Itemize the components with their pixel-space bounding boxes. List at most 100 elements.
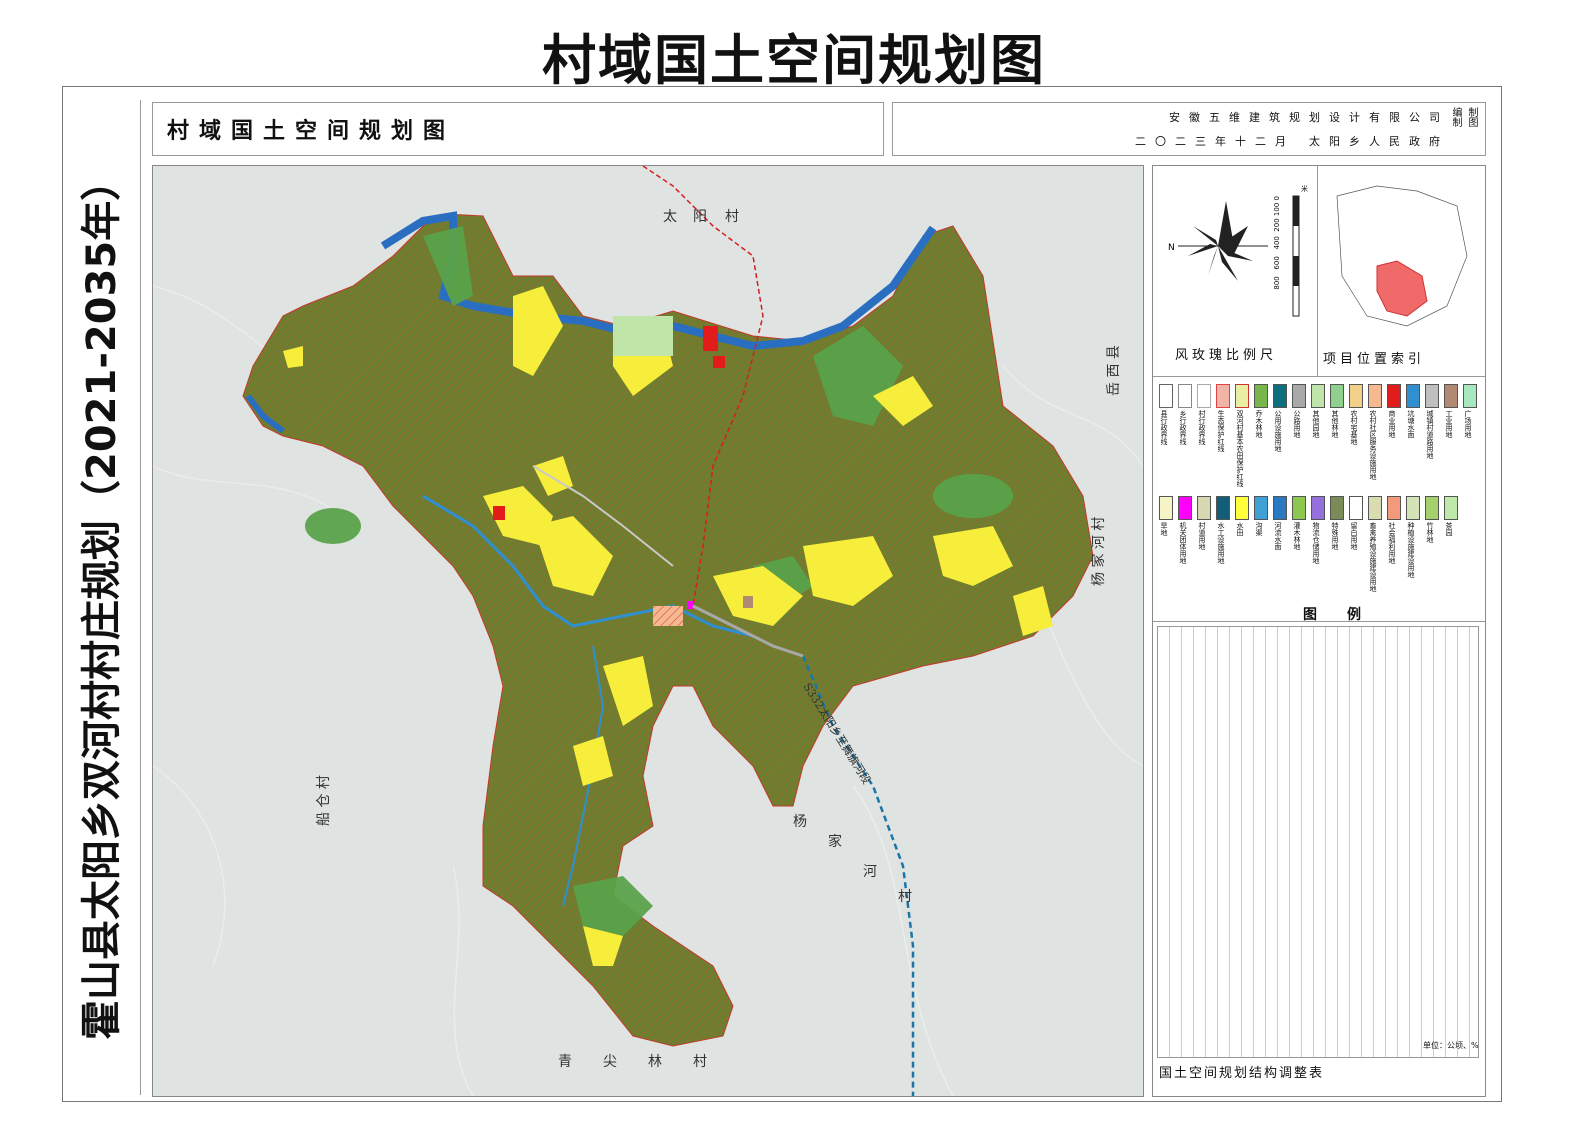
legend-swatch — [1330, 384, 1344, 408]
legend-swatch — [1197, 496, 1211, 520]
legend-box: 县行政界线 乡行政界线 村行政界线 生态保护红线 双河村基本农田保护红线 乔木林地 公用设施… — [1153, 376, 1485, 623]
credit-date: 二〇二三年十二月 — [1135, 135, 1295, 148]
map-svg: 太 阳 村 岳 西 县 杨 家 河 村 船 仓 村 杨 家 河 村 青 尖 林 … — [153, 166, 1143, 1096]
legend-swatch — [1311, 496, 1325, 520]
legend-label: 其他园地 — [1312, 410, 1320, 438]
legend-swatch — [1178, 384, 1192, 408]
legend-label: 商业用地 — [1388, 410, 1396, 438]
legend-label: 留白用地 — [1350, 522, 1358, 550]
legend-swatch — [1235, 384, 1249, 408]
legend-swatch — [1387, 384, 1401, 408]
table-unit: 单位：公顷、% — [1423, 1041, 1479, 1050]
label-yang: 杨 — [793, 814, 807, 830]
legend-swatch — [1425, 384, 1439, 408]
legend-label: 畜禽养殖设施建设用地 — [1369, 522, 1377, 592]
label-taiyang-3: 村 — [725, 209, 739, 225]
header-label-box: 村域国土空间规划图 — [152, 102, 884, 156]
credit-design: 安徽五维建筑规划设计有限公司 — [1169, 111, 1449, 124]
credit-gov: 太阳乡人民政府 — [1309, 135, 1449, 148]
scale-unit: 米 — [1301, 185, 1308, 193]
legend-swatch — [1330, 496, 1344, 520]
location-index-title: 项目位置索引 — [1323, 352, 1426, 367]
legend-swatch — [1387, 496, 1401, 520]
legend-label: 茶园 — [1445, 522, 1453, 536]
legend-label: 竹林地 — [1426, 522, 1434, 543]
legend-label: 城镇村道路用地 — [1426, 410, 1434, 459]
legend-swatch — [1273, 496, 1287, 520]
legend-label: 公用设施用地 — [1274, 410, 1282, 452]
legend-swatch — [1292, 496, 1306, 520]
scale-ticks: 800 600 400 200 100 0 — [1273, 196, 1281, 290]
legend-swatch — [1444, 384, 1458, 408]
legend-label: 灌木林地 — [1293, 522, 1301, 550]
legend-label: 社会福利用地 — [1388, 522, 1396, 564]
table-title: 国土空间规划结构调整表 — [1159, 1066, 1325, 1081]
legend-label: 农村社区服务设施用地 — [1369, 410, 1377, 480]
legend-swatch — [1349, 384, 1363, 408]
legend-label: 其他林地 — [1331, 410, 1339, 438]
svg-text:船 仓 村: 船 仓 村 — [316, 775, 332, 826]
legend-label: 农村宅基地 — [1350, 410, 1358, 445]
label-qing: 青 — [558, 1054, 572, 1070]
label-chuancang: 船 仓 村 — [316, 775, 332, 826]
location-map — [1336, 185, 1468, 327]
svg-text:岳 西 县: 岳 西 县 — [1106, 345, 1122, 396]
legend-panel: N 800 600 400 200 100 0 米 风玫瑰比例尺 项目位置索引 … — [1152, 165, 1486, 1097]
label-cun: 村 — [898, 889, 912, 905]
legend-label: 生态保护红线 — [1217, 410, 1225, 452]
label-jia: 家 — [828, 833, 842, 850]
label-he: 河 — [863, 864, 877, 880]
legend-title: 图例 — [1303, 607, 1391, 623]
label-lin: 林 — [648, 1054, 662, 1070]
legend-label: 工业用地 — [1445, 410, 1453, 438]
label-taiyang: 太 — [663, 209, 677, 225]
legend-label: 特殊用地 — [1331, 522, 1339, 550]
scale-title: 风玫瑰比例尺 — [1175, 348, 1278, 363]
legend-swatch — [1425, 496, 1439, 520]
compass-box: N 800 600 400 200 100 0 米 风玫瑰比例尺 — [1153, 166, 1318, 377]
legend-swatch — [1159, 496, 1173, 520]
structure-table-box: 国土空间规划结构调整表 单位：公顷、% — [1153, 622, 1485, 1096]
legend-swatch — [1311, 384, 1325, 408]
legend-label: 河流水面 — [1274, 522, 1282, 550]
legend-label: 乔木林地 — [1255, 410, 1263, 438]
legend-label: 村道用地 — [1198, 522, 1206, 550]
legend-label: 旱地 — [1160, 522, 1168, 536]
legend-label: 坑塘水面 — [1407, 410, 1415, 438]
legend-label: 水工设施用地 — [1217, 522, 1225, 564]
legend-swatch — [1406, 496, 1420, 520]
legend-swatch — [1292, 384, 1306, 408]
legend-label: 广场用地 — [1464, 410, 1472, 438]
legend-swatch — [1159, 384, 1173, 408]
header-label: 村域国土空间规划图 — [167, 119, 456, 144]
legend-label: 公路用地 — [1293, 410, 1301, 438]
legend-swatch — [1349, 496, 1363, 520]
credit-gov-role: 编制 — [1450, 107, 1461, 127]
map-canvas[interactable]: 太 阳 村 岳 西 县 杨 家 河 村 船 仓 村 杨 家 河 村 青 尖 林 … — [152, 165, 1144, 1097]
legend-swatch — [1216, 496, 1230, 520]
vertical-title: 霍山县太阳乡双河村村庄规划（2021-2035年） — [79, 160, 125, 1040]
legend-swatch — [1368, 384, 1382, 408]
legend-label: 物流仓储用地 — [1312, 522, 1320, 564]
legend-swatch — [1254, 384, 1268, 408]
side-title-column: 霍山县太阳乡双河村村庄规划（2021-2035年） — [62, 100, 141, 1095]
legend-label: 村行政界线 — [1198, 410, 1206, 445]
legend-label: 乡行政界线 — [1179, 410, 1187, 445]
label-jian: 尖 — [603, 1054, 617, 1070]
legend-label: 沟渠 — [1255, 522, 1263, 536]
legend-swatch — [1444, 496, 1458, 520]
legend-swatch — [1368, 496, 1382, 520]
legend-label: 县行政界线 — [1160, 410, 1168, 445]
legend-label: 水田 — [1236, 522, 1244, 536]
structure-table — [1157, 626, 1479, 1058]
legend-swatch — [1216, 384, 1230, 408]
svg-text:杨 家 河 村: 杨 家 河 村 — [1090, 517, 1107, 586]
svg-text:N: N — [1168, 243, 1175, 253]
label-cun2: 村 — [693, 1054, 707, 1070]
legend-swatch — [1254, 496, 1268, 520]
legend-swatch — [1273, 384, 1287, 408]
page-title: 村域国土空间规划图 — [542, 29, 1046, 92]
label-taiyang-2: 阳 — [693, 209, 707, 225]
legend-swatch — [1197, 384, 1211, 408]
legend-label: 双河村基本农田保护红线 — [1236, 410, 1244, 487]
